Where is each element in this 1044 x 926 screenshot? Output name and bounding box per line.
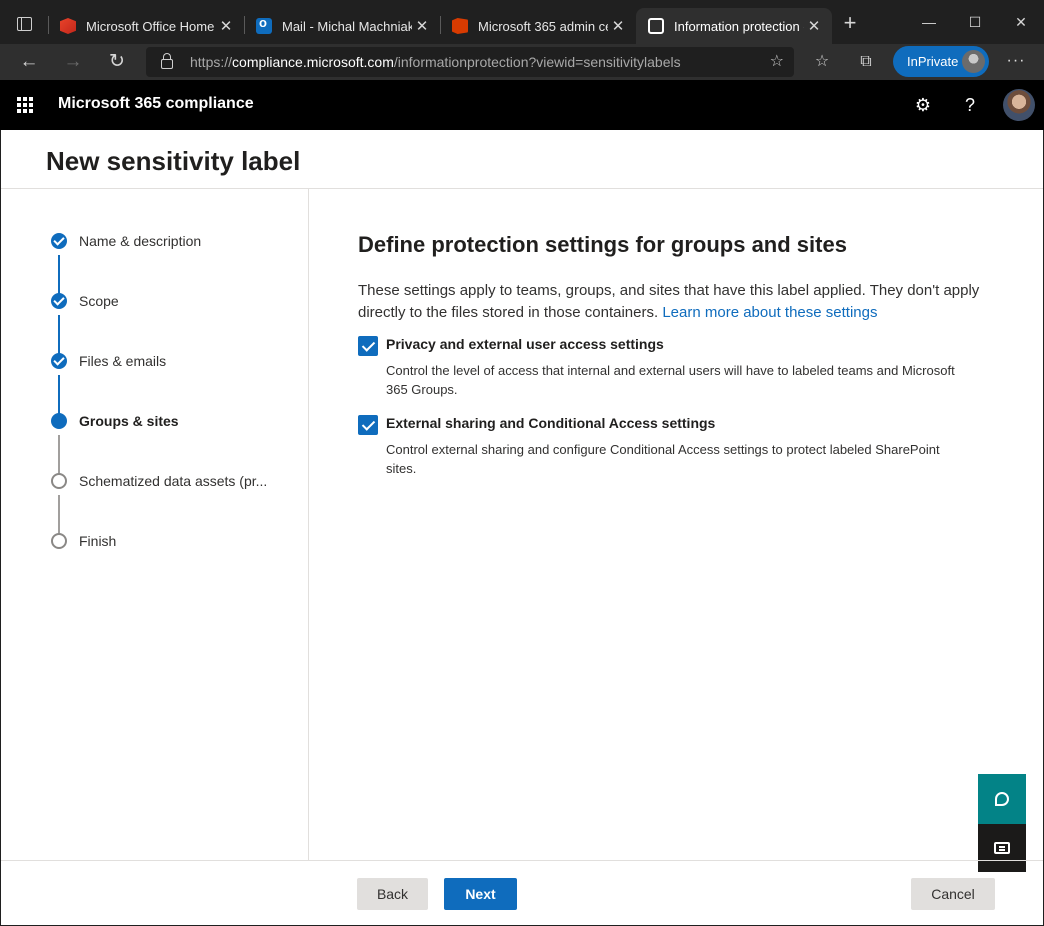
main-content: Define protection settings for groups an… [358, 232, 998, 478]
step-connector [58, 255, 60, 295]
inprivate-badge[interactable]: InPrivate [893, 46, 989, 77]
back-button[interactable]: Back [357, 878, 428, 910]
step-schematized-data-assets: Schematized data assets (pr... [51, 471, 267, 491]
tab-office-home[interactable]: Microsoft Office Home ✕ [48, 8, 244, 44]
step-scope[interactable]: Scope [51, 291, 119, 311]
close-tab-icon[interactable]: ✕ [412, 17, 432, 35]
option-description: Control the level of access that interna… [386, 363, 955, 397]
step-label: Files & emails [79, 353, 167, 369]
external-sharing-checkbox[interactable] [358, 415, 378, 435]
tab-title: Mail - Michal Machniak [282, 18, 412, 34]
step-label: Scope [79, 293, 119, 309]
learn-more-link[interactable]: Learn more about these settings [662, 304, 877, 321]
privacy-checkbox[interactable] [358, 336, 378, 356]
minimize-button[interactable]: — [906, 8, 952, 36]
section-heading: Define protection settings for groups an… [358, 232, 847, 257]
address-bar[interactable]: https://compliance.microsoft.com/informa… [146, 47, 794, 77]
new-tab-button[interactable]: + [836, 10, 864, 38]
step-label: Groups & sites [79, 413, 179, 429]
step-label: Name & description [79, 233, 202, 249]
checkmark-icon [51, 233, 67, 249]
next-button[interactable]: Next [444, 878, 517, 910]
back-arrow-icon[interactable]: ← [14, 48, 44, 76]
pending-step-icon [51, 473, 67, 489]
page-title: New sensitivity label [46, 146, 301, 176]
browser-toolbar: ← → ↻ https://compliance.microsoft.com/i… [0, 44, 1044, 80]
app-title[interactable]: Microsoft 365 compliance [58, 95, 254, 113]
settings-more-icon[interactable]: ··· [1002, 48, 1030, 76]
add-favorite-icon[interactable]: ☆ [770, 51, 784, 71]
collections-icon[interactable]: ⧉ [852, 48, 880, 76]
step-files-emails[interactable]: Files & emails [51, 351, 166, 371]
feedback-button[interactable] [978, 824, 1026, 872]
tab-information-protection[interactable]: Information protection - ✕ [636, 8, 832, 44]
step-label: Finish [79, 533, 117, 549]
office-icon [60, 18, 76, 34]
wizard-stepper: Name & description Scope Files & emails … [1, 189, 309, 861]
lock-icon[interactable] [161, 53, 173, 69]
headset-icon [995, 792, 1009, 806]
url-scheme: https:// [190, 54, 233, 70]
step-name-description[interactable]: Name & description [51, 231, 201, 251]
url-path: /informationprotection?viewid=sensitivit… [393, 54, 681, 70]
forward-arrow-icon[interactable]: → [58, 48, 88, 76]
checkmark-icon [51, 353, 67, 369]
tab-title: Microsoft 365 admin cen [478, 18, 608, 34]
step-connector [58, 315, 60, 355]
option-title[interactable]: External sharing and Conditional Access … [386, 413, 998, 433]
option-privacy-external-access: Privacy and external user access setting… [358, 334, 998, 399]
step-label: Schematized data assets (pr... [79, 473, 268, 489]
tab-title: Microsoft Office Home [86, 18, 215, 34]
avatar[interactable] [1003, 89, 1035, 121]
help-support-button[interactable] [978, 774, 1026, 824]
option-external-sharing: External sharing and Conditional Access … [358, 413, 998, 478]
step-connector [58, 375, 60, 415]
help-icon[interactable]: ? [958, 93, 982, 117]
close-tab-icon[interactable]: ✕ [608, 17, 628, 35]
step-finish: Finish [51, 531, 116, 551]
inprivate-label: InPrivate [907, 54, 959, 69]
tab-mail[interactable]: Mail - Michal Machniak ✕ [244, 8, 440, 44]
profile-icon [962, 50, 985, 73]
favorites-icon[interactable]: ☆ [808, 48, 836, 76]
step-groups-sites: Groups & sites [51, 411, 179, 431]
checkmark-icon [51, 293, 67, 309]
wizard-page: New sensitivity label Name & description… [1, 130, 1043, 925]
option-title[interactable]: Privacy and external user access setting… [386, 334, 998, 354]
maximize-button[interactable]: ☐ [952, 8, 998, 36]
close-tab-icon[interactable]: ✕ [804, 17, 824, 35]
close-tab-icon[interactable]: ✕ [216, 17, 236, 35]
feedback-icon [994, 842, 1010, 854]
shield-icon [648, 18, 664, 34]
tab-actions-icon[interactable] [10, 10, 38, 38]
gear-icon[interactable]: ⚙ [911, 93, 935, 117]
url-host: compliance.microsoft.com [232, 54, 394, 70]
section-description: These settings apply to teams, groups, a… [358, 280, 998, 324]
close-window-button[interactable]: ✕ [998, 8, 1044, 36]
current-step-icon [51, 413, 67, 429]
tab-admin-center[interactable]: Microsoft 365 admin cen ✕ [440, 8, 636, 44]
cancel-button[interactable]: Cancel [911, 878, 995, 910]
footer-divider [1, 860, 1043, 861]
app-launcher-icon[interactable] [17, 97, 33, 113]
tab-title: Information protection - [674, 18, 804, 34]
browser-tab-bar: Microsoft Office Home ✕ Mail - Michal Ma… [0, 0, 1044, 44]
step-connector [58, 435, 60, 475]
app-header: Microsoft 365 compliance ⚙ ? [0, 80, 1044, 130]
refresh-icon[interactable]: ↻ [102, 48, 132, 76]
outlook-icon [256, 15, 272, 34]
office-admin-icon [452, 18, 468, 34]
pending-step-icon [51, 533, 67, 549]
option-description: Control external sharing and configure C… [386, 442, 940, 476]
step-connector [58, 495, 60, 535]
